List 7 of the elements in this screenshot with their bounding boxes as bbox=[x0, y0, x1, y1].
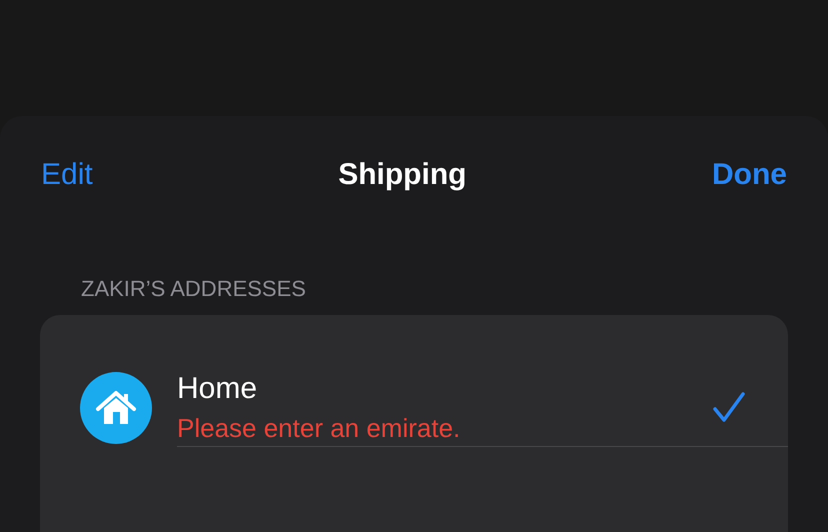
house-icon bbox=[80, 372, 152, 444]
section-header: ZAKIR’S ADDRESSES bbox=[81, 276, 306, 302]
error-message: Please enter an emirate. bbox=[177, 412, 460, 444]
edit-button[interactable]: Edit bbox=[41, 158, 93, 192]
address-label: Home bbox=[177, 371, 258, 407]
done-button[interactable]: Done bbox=[712, 158, 787, 192]
sheet-title: Shipping bbox=[338, 158, 466, 192]
